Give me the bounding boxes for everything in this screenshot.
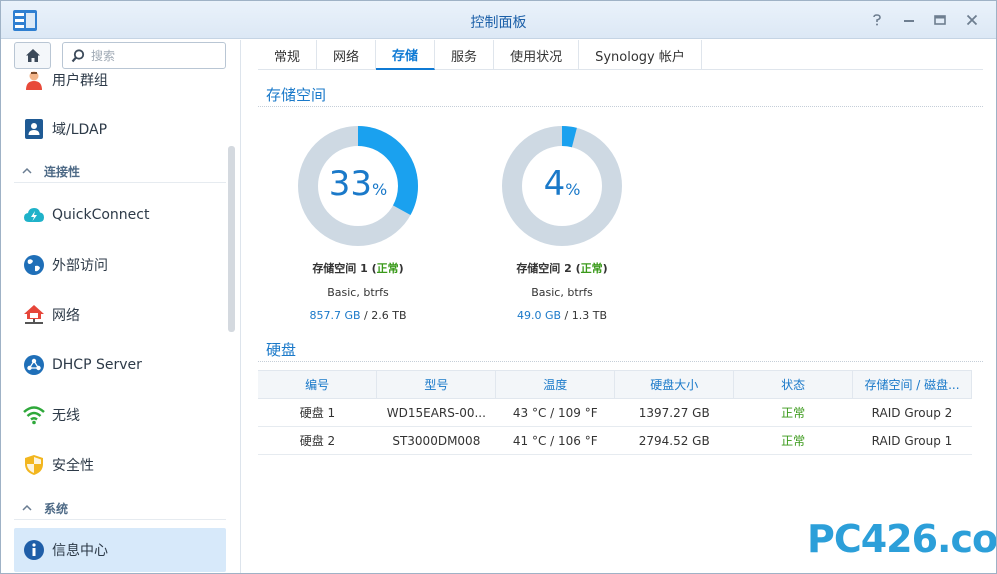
- info-icon: [22, 538, 46, 562]
- disk-status: 正常: [733, 426, 853, 455]
- column-header-temperature[interactable]: 温度: [495, 370, 616, 399]
- section-connectivity[interactable]: 连接性: [14, 161, 226, 183]
- sidebar-item-label: DHCP Server: [52, 357, 142, 373]
- shield-icon: [22, 453, 46, 477]
- volume-2-name: 存储空间 2 (正常): [516, 262, 608, 275]
- disk-volume: RAID Group 1: [852, 426, 972, 455]
- volume-1-status: 正常: [376, 262, 399, 275]
- column-header-size[interactable]: 硬盘大小: [614, 370, 735, 399]
- sidebar-item-ldap[interactable]: 域/LDAP: [14, 107, 226, 151]
- user-group-icon: [22, 68, 46, 92]
- volume-1-percent: 33%: [328, 164, 388, 204]
- volume-2-card[interactable]: 4% 存储空间 2 (正常) Basic, btrfs 49.0 GB / 1.…: [462, 124, 662, 322]
- column-header-status[interactable]: 状态: [733, 370, 853, 399]
- tab-network[interactable]: 网络: [317, 40, 377, 70]
- volume-1-type: Basic, btrfs: [327, 286, 389, 299]
- control-panel-window: 控制面板 用户群组: [0, 0, 997, 574]
- disk-model: ST3000DM008: [376, 426, 496, 455]
- window-title: 控制面板: [470, 15, 527, 31]
- ldap-icon: [22, 117, 46, 141]
- column-header-id[interactable]: 编号: [258, 370, 378, 399]
- sidebar-item-user-group[interactable]: 用户群组: [14, 58, 226, 102]
- disk-model: WD15EARS-00...: [376, 398, 496, 427]
- table-header-row: 编号 型号 温度 硬盘大小 状态 存储空间 / 磁盘...: [258, 370, 972, 399]
- sidebar-item-label: 用户群组: [52, 73, 108, 89]
- sidebar-item-dhcp-server[interactable]: DHCP Server: [14, 343, 226, 387]
- help-icon[interactable]: [867, 10, 887, 30]
- sidebar-item-network[interactable]: 网络: [14, 293, 226, 337]
- disk-id: 硬盘 1: [258, 398, 377, 427]
- watermark-logo: PC426.com: [807, 517, 997, 561]
- volume-2-status: 正常: [580, 262, 603, 275]
- quickconnect-icon: [22, 203, 46, 227]
- tab-synology-account[interactable]: Synology 帐户: [579, 40, 702, 70]
- section-label: 系统: [44, 502, 69, 516]
- sidebar: 用户群组 域/LDAP 连接性 QuickConnect: [1, 40, 241, 573]
- volume-1-name: 存储空间 1 (正常): [312, 262, 404, 275]
- disk-table: 编号 型号 温度 硬盘大小 状态 存储空间 / 磁盘... 硬盘 1 WD15E…: [258, 370, 972, 455]
- disks-section-title: 硬盘: [266, 341, 297, 359]
- column-header-model[interactable]: 型号: [376, 370, 497, 399]
- volume-1-size: 857.7 GB / 2.6 TB: [309, 309, 407, 322]
- minimize-icon[interactable]: [899, 10, 919, 30]
- sidebar-item-label: 信息中心: [52, 543, 108, 559]
- maximize-icon[interactable]: [930, 10, 950, 30]
- network-icon: [22, 303, 46, 327]
- disk-size: 2794.52 GB: [614, 426, 734, 455]
- volume-1-card[interactable]: 33% 存储空间 1 (正常) Basic, btrfs 857.7 GB / …: [258, 124, 458, 322]
- title-bar[interactable]: 控制面板: [1, 1, 996, 39]
- tab-storage[interactable]: 存储: [376, 40, 436, 70]
- tab-bar: 常规 网络 存储 服务 使用状况 Synology 帐户: [258, 40, 983, 70]
- sidebar-item-security[interactable]: 安全性: [14, 443, 226, 487]
- divider: [258, 361, 983, 362]
- sidebar-scrollbar[interactable]: [228, 146, 235, 332]
- chevron-up-icon: [22, 503, 36, 514]
- sidebar-item-label: 外部访问: [52, 258, 108, 274]
- dhcp-icon: [22, 353, 46, 377]
- sidebar-item-info-center[interactable]: 信息中心: [14, 528, 226, 572]
- section-label: 连接性: [44, 165, 81, 179]
- disk-temperature: 41 °C / 106 °F: [495, 426, 615, 455]
- main-content: 常规 网络 存储 服务 使用状况 Synology 帐户 存储空间 33% 存储…: [242, 40, 996, 573]
- section-system[interactable]: 系统: [14, 498, 226, 520]
- divider: [258, 106, 983, 107]
- disk-size: 1397.27 GB: [614, 398, 734, 427]
- storage-section-title: 存储空间: [266, 86, 327, 104]
- volume-2-type: Basic, btrfs: [531, 286, 593, 299]
- sidebar-item-quickconnect[interactable]: QuickConnect: [14, 193, 226, 237]
- column-header-volume[interactable]: 存储空间 / 磁盘...: [852, 370, 972, 399]
- sidebar-item-external-access[interactable]: 外部访问: [14, 243, 226, 287]
- table-row[interactable]: 硬盘 2 ST3000DM008 41 °C / 106 °F 2794.52 …: [258, 426, 972, 455]
- disk-temperature: 43 °C / 109 °F: [495, 398, 615, 427]
- external-access-icon: [22, 253, 46, 277]
- sidebar-item-label: 域/LDAP: [52, 122, 108, 138]
- wireless-icon: [22, 403, 46, 427]
- tab-services[interactable]: 服务: [435, 40, 495, 70]
- sidebar-item-label: 无线: [52, 408, 80, 424]
- sidebar-item-label: 安全性: [52, 458, 94, 474]
- disk-id: 硬盘 2: [258, 426, 377, 455]
- volume-2-percent: 4%: [543, 164, 581, 204]
- sidebar-item-wireless[interactable]: 无线: [14, 393, 226, 437]
- close-icon[interactable]: [962, 10, 982, 30]
- sidebar-item-label: QuickConnect: [52, 207, 150, 223]
- disk-volume: RAID Group 2: [852, 398, 972, 427]
- volume-2-size: 49.0 GB / 1.3 TB: [516, 309, 608, 322]
- tab-general[interactable]: 常规: [258, 40, 318, 70]
- disk-status: 正常: [733, 398, 853, 427]
- table-row[interactable]: 硬盘 1 WD15EARS-00... 43 °C / 109 °F 1397.…: [258, 398, 972, 427]
- chevron-up-icon: [22, 166, 36, 177]
- sidebar-item-label: 网络: [52, 308, 80, 324]
- tab-usage[interactable]: 使用状况: [494, 40, 580, 70]
